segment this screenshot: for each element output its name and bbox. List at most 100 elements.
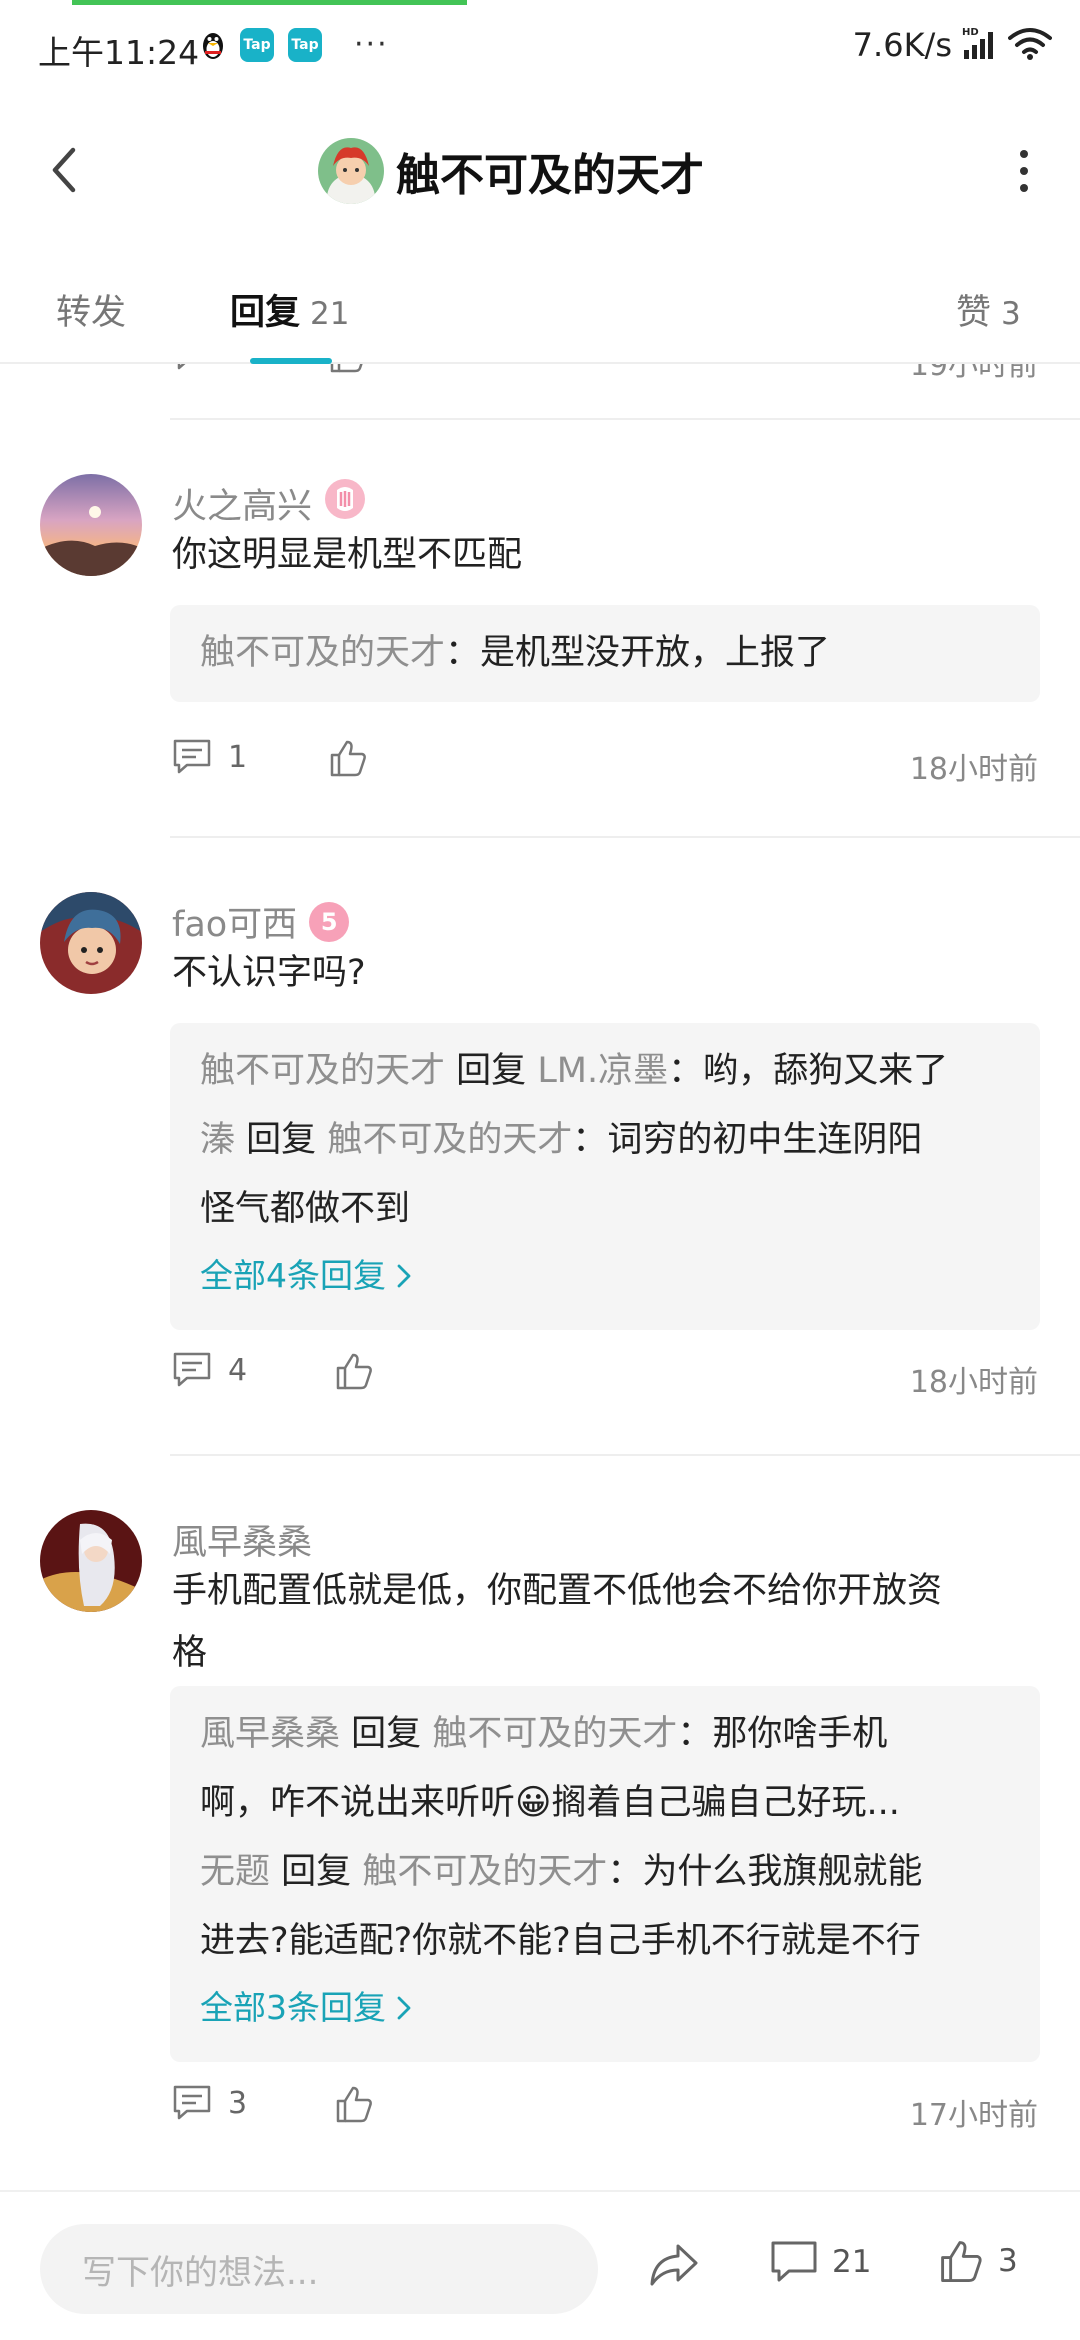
username[interactable]: 風早桑桑 [172,1514,312,1565]
action-row: 1 19小时前 [172,364,1038,384]
signal-icon: HD [962,26,998,64]
reply-preview: 触不可及的天才：是机型没开放，上报了 [200,619,1010,688]
comment-icon [771,2241,817,2282]
chevron-right-icon [397,1264,411,1288]
reply-text: ：哟，舔狗又来了 [668,1051,949,1091]
reply-preview-box[interactable]: 触不可及的天才 回复 LM.凉墨：哟，舔狗又来了 溱 回复 触不可及的天才：词穷… [170,1023,1040,1330]
username-text: fao可西 [172,905,298,945]
view-all-replies-link[interactable]: 全部3条回复 [200,1976,1010,2040]
qq-penguin-icon [200,29,226,61]
reply-author[interactable]: 触不可及的天才 [200,1051,445,1091]
reply-preview-box[interactable]: 触不可及的天才：是机型没开放，上报了 [170,605,1040,702]
reply-preview: 触不可及的天才 回复 LM.凉墨：哟，舔狗又来了 [200,1037,1010,1106]
reply-count: 4 [228,1352,248,1388]
svg-text:HD: HD [962,27,979,38]
reply-count-button[interactable]: 1 [172,364,247,372]
wifi-icon [1008,26,1052,64]
tab-bar: 转发 回复 21 赞3 [0,260,1080,364]
share-button[interactable] [648,2242,700,2292]
reply-count-button[interactable]: 4 [172,1351,247,1389]
action-row: 1 18小时前 [172,738,1038,788]
user-avatar[interactable] [40,474,142,576]
like-button[interactable] [334,2084,374,2128]
reply-count: 1 [228,364,247,371]
reply-verb: 回复 [281,1852,352,1892]
comment-icon [173,2085,211,2120]
username-text: 風早桑桑 [172,1523,313,1563]
reply-count-button[interactable]: 1 [172,738,247,776]
reply-target[interactable]: LM.凉墨 [537,1051,668,1091]
comment-count-button[interactable]: 21 [770,2240,871,2284]
thumbs-up-icon [336,2086,372,2123]
thumbs-up-icon [330,364,363,373]
post-author[interactable]: 触不可及的天才 [318,138,704,204]
action-row: 3 17小时前 [172,2084,1038,2134]
more-options-button[interactable] [1004,146,1044,196]
more-notifications-icon: ··· [354,27,389,62]
reply-text: ：那你啥手机 [677,1714,888,1754]
share-icon [650,2244,698,2286]
reply-preview: 風早桑桑 回复 触不可及的天才：那你啥手机 [200,1700,1010,1769]
comment-icon [173,1352,211,1387]
status-system-icons: 7.6K/s HD [853,26,1052,64]
tab-count: 21 [310,296,350,332]
status-bar: 上午11:24 Tap Tap ··· 7.6K/s HD [0,0,1080,96]
reply-input[interactable]: 写下你的想法... [40,2224,598,2314]
back-button[interactable] [36,142,92,198]
page-title: 触不可及的天才 [396,150,704,201]
username[interactable]: fao可西 5 [172,896,350,947]
timestamp: 18小时前 [909,1365,1038,1400]
like-button[interactable] [328,738,368,782]
thumbs-up-icon [330,740,366,777]
reply-author[interactable]: 无题 [200,1852,270,1892]
taptap-notification-icon: Tap [288,28,322,62]
reply-text: ：为什么我旗舰就能 [607,1852,923,1892]
reply-preview-box[interactable]: 風早桑桑 回复 触不可及的天才：那你啥手机 啊，咋不说出来听听😀搁着自己骗自己好… [170,1686,1040,2062]
reply-target[interactable]: 触不可及的天才 [432,1714,677,1754]
view-all-replies-link[interactable]: 全部4条回复 [200,1244,1010,1308]
comment-count: 21 [832,2244,872,2280]
status-notification-icons: Tap Tap ··· [200,28,389,62]
tab-count: 3 [1001,296,1021,332]
chevron-left-icon [52,147,76,193]
username[interactable]: 火之高兴 [172,478,366,529]
like-button[interactable] [328,364,368,378]
reply-author[interactable]: 風早桑桑 [200,1714,340,1754]
reply-preview: 溱 回复 触不可及的天才：词穷的初中生连阴阳 [200,1106,1010,1175]
reply-count: 3 [228,2085,248,2121]
reply-target[interactable]: 触不可及的天才 [362,1852,607,1892]
username-text: 火之高兴 [172,487,313,527]
reply-count-button[interactable]: 3 [172,2084,247,2122]
author-avatar[interactable] [318,138,384,204]
tab-likes[interactable]: 赞3 [956,284,1021,335]
reply-text: ：是机型没开放，上报了 [445,633,831,673]
user-avatar[interactable] [40,1510,142,1612]
divider [170,418,1080,420]
action-row: 4 18小时前 [172,1351,1038,1401]
reply-author[interactable]: 触不可及的天才 [200,633,445,673]
reply-author[interactable]: 溱 [200,1120,235,1160]
like-count-button[interactable]: 3 [938,2238,1018,2284]
tab-label: 赞 [956,293,992,333]
comment-text: 你这明显是机型不匹配 [172,535,523,575]
reply-text-cont: 进去?能适配?你就不能?自己手机不行就是不行 [200,1921,921,1961]
reply-verb: 回复 [351,1714,422,1754]
view-all-replies-label: 全部3条回复 [200,1988,386,2027]
divider [170,1454,1080,1456]
bottom-action-bar: 写下你的想法... 21 3 [0,2190,1080,2340]
tab-repost[interactable]: 转发 [56,284,126,335]
timestamp: 18小时前 [909,752,1038,787]
user-avatar[interactable] [40,892,142,994]
like-button[interactable] [334,1351,374,1395]
view-all-replies-label: 全部4条回复 [200,1256,386,1295]
tab-replies[interactable]: 回复 21 [230,284,349,335]
reply-target[interactable]: 触不可及的天才 [327,1120,572,1160]
more-vertical-icon-dot [1020,167,1028,175]
reply-input-placeholder: 写下你的想法... [82,2252,319,2293]
comment-icon [177,364,186,370]
like-count: 3 [998,2243,1018,2279]
reply-list[interactable]: 1 19小时前 火之高兴 你这明显是机型不匹配 [0,364,1080,2190]
reply-text-cont: 啊，咋不说出来听听😀搁着自己骗自己好玩... [200,1783,900,1823]
more-vertical-icon [1020,150,1028,158]
timestamp: 17小时前 [909,2098,1038,2133]
